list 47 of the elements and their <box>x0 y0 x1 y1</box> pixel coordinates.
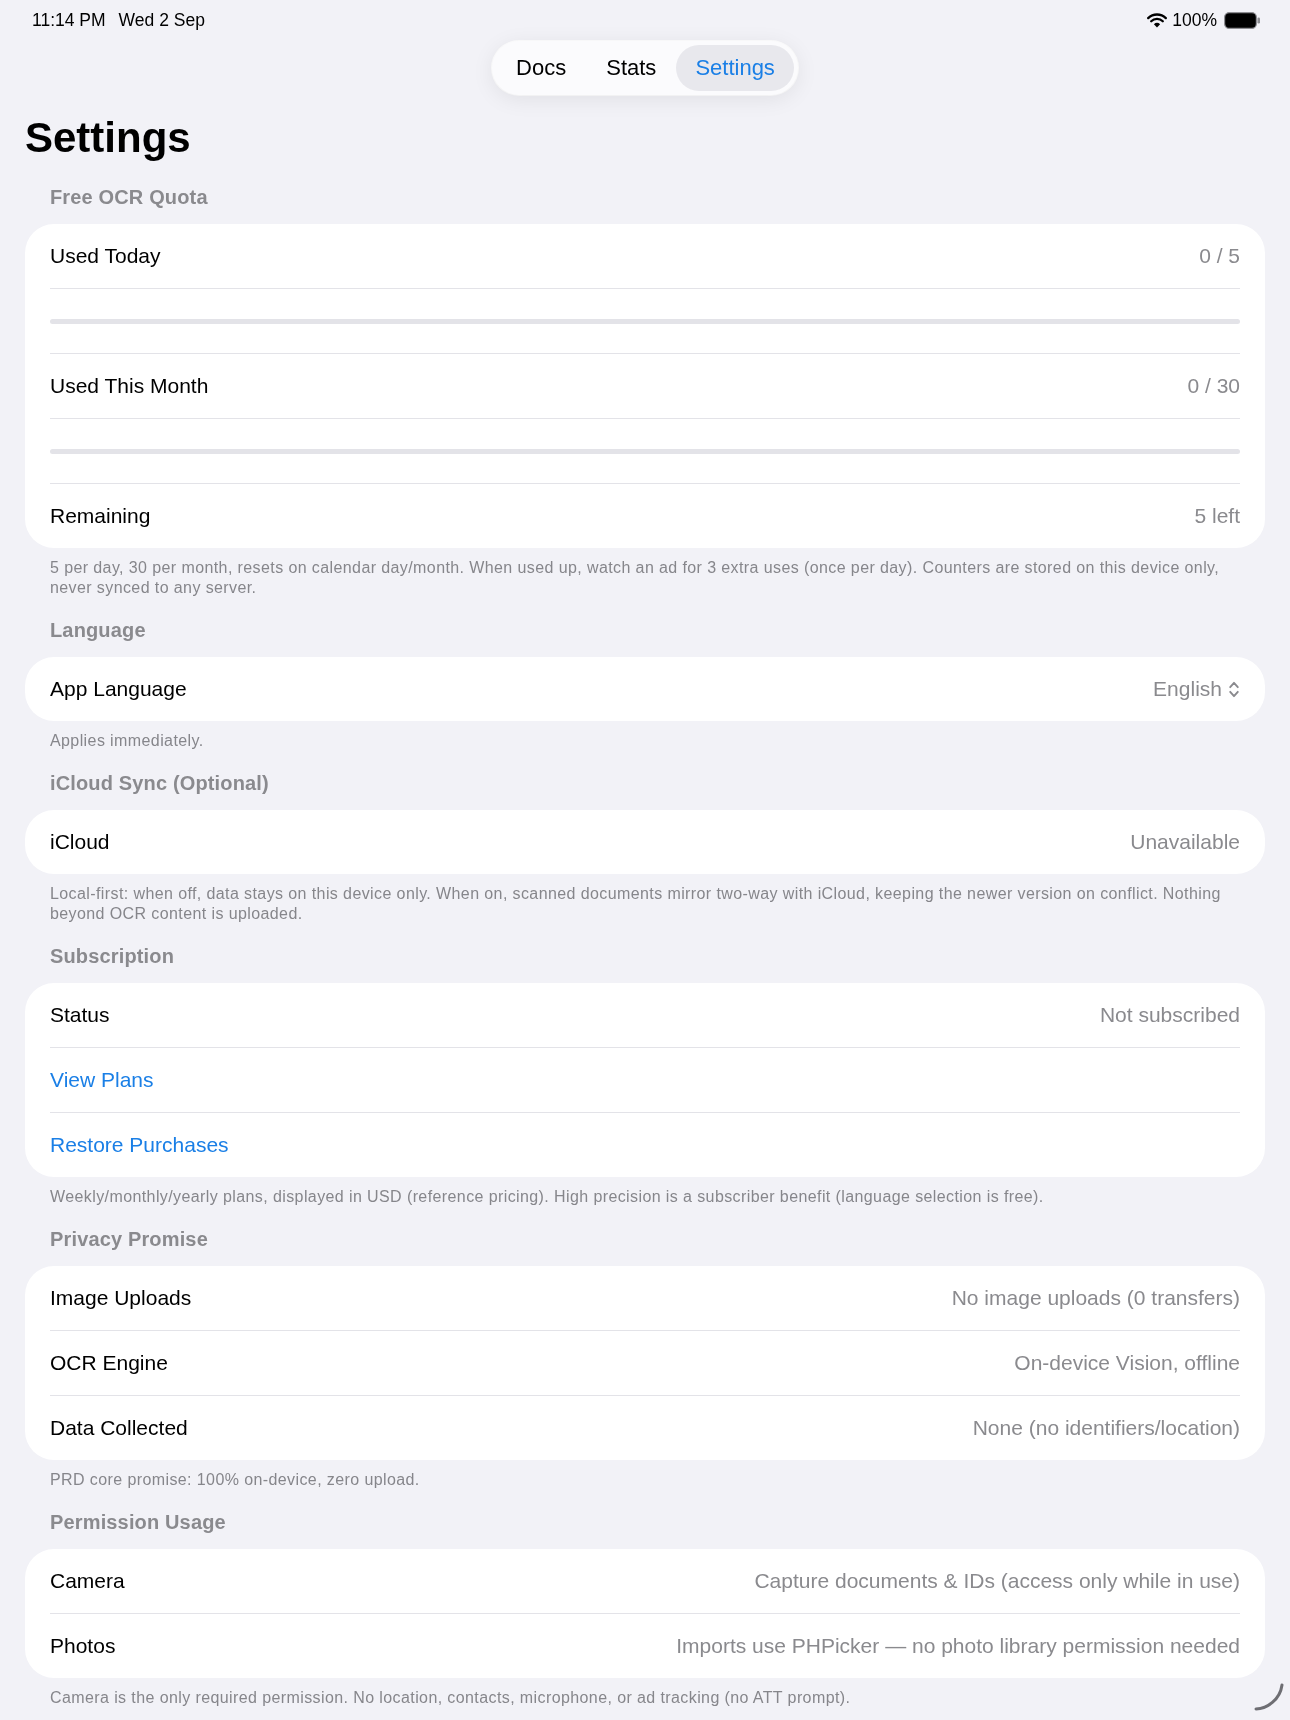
row-label: Used Today <box>50 243 161 269</box>
chevron-updown-icon <box>1228 679 1240 699</box>
section-header: iCloud Sync (Optional) <box>50 771 269 795</box>
section-footer: Camera is the only required permission. No location, contacts, microphone, or ad tracking (no ATT prompt). <box>50 1688 851 1708</box>
section-header: Subscription <box>50 944 175 968</box>
row-label: OCR Engine <box>50 1350 168 1376</box>
tab[interactable]: Settings <box>676 45 794 91</box>
section-footer: 5 per day, 30 per month, resets on calendar day/month. When used up, watch an ad for 3 extra uses (once per day). Counters are stored on this device only, never synced to any server. <box>50 558 1236 598</box>
row-value: Capture documents & IDs (access only while in use) <box>754 1568 1240 1594</box>
row-value: Imports use PHPicker — no photo library permission needed <box>676 1633 1240 1659</box>
row-value: No image uploads (0 transfers) <box>951 1285 1240 1311</box>
row-value: 5 left <box>1194 503 1240 529</box>
section-header: Privacy Promise <box>50 1227 208 1251</box>
tab[interactable]: Docs <box>496 45 587 91</box>
page-title: Settings <box>25 113 191 163</box>
section-footer: Local-first: when off, data stays on this device only. When on, scanned documents mirror two-way with iCloud, keeping the newer version on conflict. Nothing beyond OCR content is uploaded. <box>50 884 1236 924</box>
row-value: 0 / 5 <box>1199 243 1240 269</box>
section-header: Language <box>50 618 146 642</box>
row-value: None (no identifiers/location) <box>972 1415 1240 1441</box>
battery-icon <box>1224 11 1260 29</box>
section-header: Free OCR Quota <box>50 185 208 209</box>
resize-handle-icon[interactable] <box>1254 1683 1284 1711</box>
row-value: Unavailable <box>1130 829 1240 855</box>
row-label: Photos <box>50 1633 116 1659</box>
row-label: iCloud <box>50 829 110 855</box>
language-picker[interactable]: English <box>1153 676 1240 702</box>
row-label: Data Collected <box>50 1415 188 1441</box>
section-footer: Applies immediately. <box>50 731 204 751</box>
row-value: Not subscribed <box>1099 1002 1240 1028</box>
row-label: Used This Month <box>50 373 209 399</box>
row-label: App Language <box>50 676 187 702</box>
status-time: 11:14 PM <box>32 9 106 31</box>
row-label: Camera <box>50 1568 125 1594</box>
link-button[interactable]: View Plans <box>50 1067 154 1093</box>
wifi-icon <box>1147 12 1168 28</box>
row-value: On-device Vision, offline <box>1014 1350 1240 1376</box>
battery-percentage: 100% <box>1172 9 1217 31</box>
tab[interactable]: Stats <box>586 45 677 91</box>
status-date: Wed 2 Sep <box>118 9 205 31</box>
row-label: Image Uploads <box>50 1285 192 1311</box>
row-value: 0 / 30 <box>1187 373 1240 399</box>
row-label: Status <box>50 1002 110 1028</box>
section-footer: Weekly/monthly/yearly plans, displayed in USD (reference pricing). High precision is a subscriber benefit (language selection is free). <box>50 1187 1044 1207</box>
section-footer: PRD core promise: 100% on-device, zero upload. <box>50 1470 420 1490</box>
row-label: Remaining <box>50 503 151 529</box>
section-header: Permission Usage <box>50 1510 226 1534</box>
link-button[interactable]: Restore Purchases <box>50 1132 229 1158</box>
